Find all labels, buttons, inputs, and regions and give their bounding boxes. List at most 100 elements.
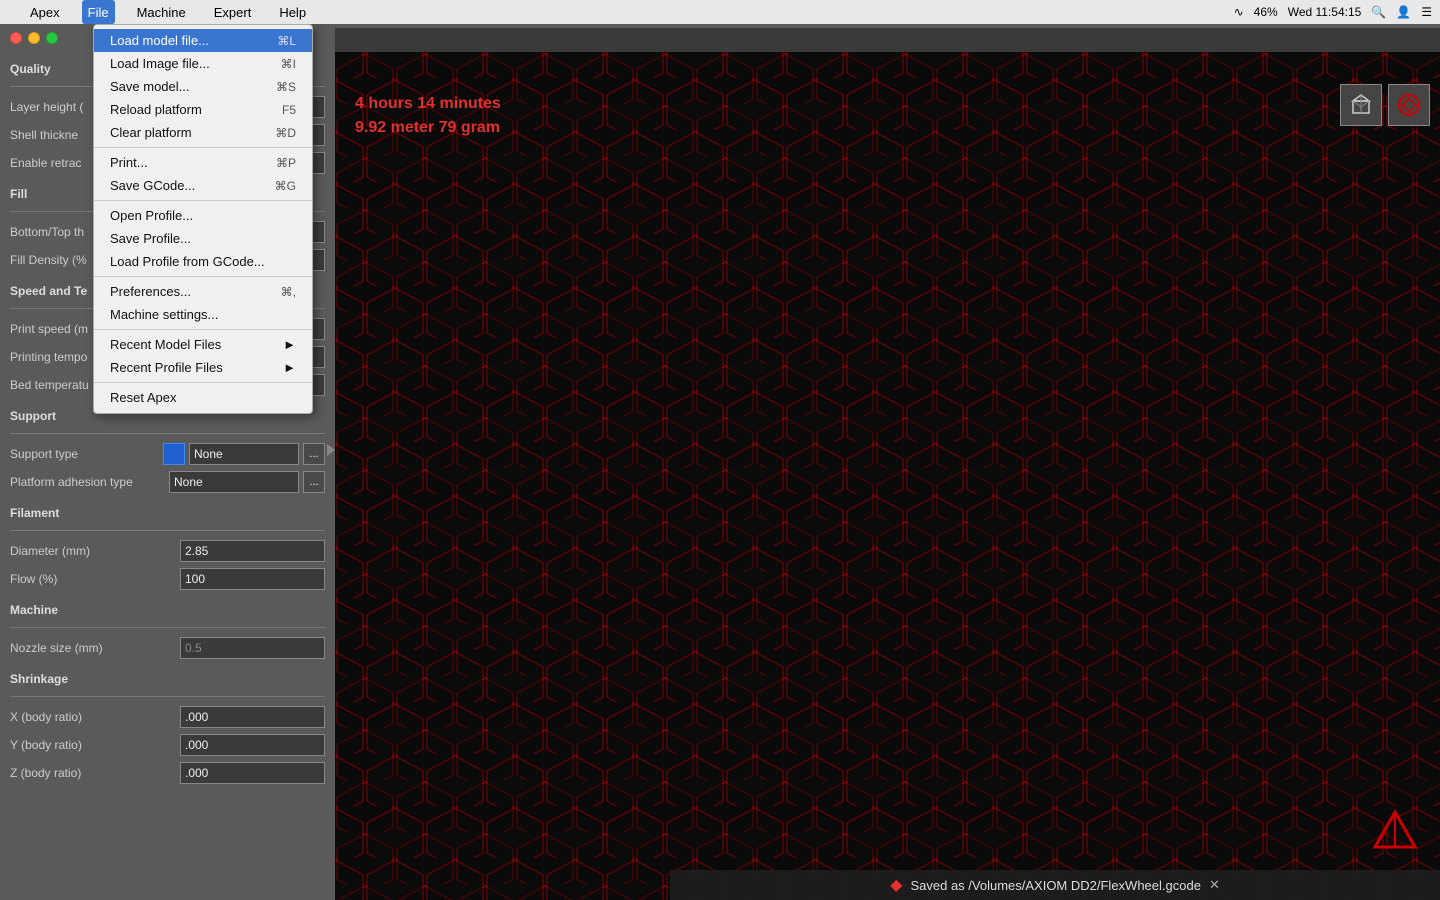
menu-preferences[interactable]: Preferences... ⌘, [94,280,312,303]
platform-adhesion-row: Platform adhesion type None Brim Raft ..… [0,468,335,496]
hex-grid-canvas [335,52,1440,900]
menu-machine-settings-label: Machine settings... [110,307,218,322]
target-icon [1395,91,1423,119]
y-ratio-label: Y (body ratio) [10,738,176,752]
menu-load-image[interactable]: Load Image file... ⌘I [94,52,312,75]
menu-sep-4 [94,329,312,330]
menu-load-model-shortcut: ⌘L [277,34,296,48]
menu-save-profile[interactable]: Save Profile... [94,227,312,250]
menu-clear-platform[interactable]: Clear platform ⌘D [94,121,312,144]
filament-divider [10,530,325,531]
menu-load-profile-gcode[interactable]: Load Profile from GCode... [94,250,312,273]
status-icon-2[interactable]: ✕ [1209,877,1220,893]
filament-header: Filament [0,500,335,524]
menu-save-gcode-label: Save GCode... [110,178,195,193]
y-ratio-row: Y (body ratio) [0,731,335,759]
platform-adhesion-button[interactable]: ... [303,471,325,493]
flow-input[interactable] [180,568,325,590]
support-type-label: Support type [10,447,159,461]
view-icon-2[interactable] [1388,84,1430,126]
flow-row: Flow (%) [0,565,335,593]
minimize-button[interactable] [28,32,40,44]
search-icon[interactable]: 🔍 [1371,5,1386,19]
nozzle-size-row: Nozzle size (mm) [0,634,335,662]
main-3d-view[interactable]: 4 hours 14 minutes 9.92 meter 79 gram [335,52,1440,900]
menu-preferences-label: Preferences... [110,284,191,299]
menubar-file[interactable]: File [82,0,115,24]
view-icon-1[interactable] [1340,84,1382,126]
menu-save-model[interactable]: Save model... ⌘S [94,75,312,98]
menubar-expert[interactable]: Expert [208,0,258,24]
machine-header: Machine [0,597,335,621]
status-text: Saved as /Volumes/AXIOM DD2/FlexWheel.gc… [910,878,1200,893]
x-ratio-label: X (body ratio) [10,710,176,724]
x-ratio-row: X (body ratio) [0,703,335,731]
support-type-row: Support type ... [0,440,335,468]
menubar-apex[interactable]: Apex [24,0,66,24]
menu-save-gcode[interactable]: Save GCode... ⌘G [94,174,312,197]
diameter-input[interactable] [180,540,325,562]
menu-reload-shortcut: F5 [282,103,296,117]
x-ratio-input[interactable] [180,706,325,728]
menu-clear-label: Clear platform [110,125,192,140]
menu-reset-apex[interactable]: Reset Apex [94,386,312,409]
menu-print-shortcut: ⌘P [276,156,296,170]
menu-save-gcode-shortcut: ⌘G [275,179,296,193]
status-icon-1: ◆ [890,875,902,895]
print-time: 4 hours 14 minutes [355,92,501,116]
menubar-machine[interactable]: Machine [131,0,192,24]
z-ratio-row: Z (body ratio) [0,759,335,787]
menu-sep-5 [94,382,312,383]
menu-machine-settings[interactable]: Machine settings... [94,303,312,326]
menu-open-profile-label: Open Profile... [110,208,193,223]
diameter-label: Diameter (mm) [10,544,176,558]
menu-preferences-shortcut: ⌘, [281,285,296,299]
menu-clear-shortcut: ⌘D [275,126,296,140]
menu-load-profile-gcode-label: Load Profile from GCode... [110,254,265,269]
resize-triangle-icon[interactable] [327,444,335,456]
menu-open-profile[interactable]: Open Profile... [94,204,312,227]
platform-adhesion-select[interactable]: None Brim Raft [169,471,299,493]
apex-logo [1370,807,1420,860]
menu-print[interactable]: Print... ⌘P [94,151,312,174]
close-button[interactable] [10,32,22,44]
menu-load-image-shortcut: ⌘I [281,57,296,71]
print-material: 9.92 meter 79 gram [355,116,501,140]
menu-recent-profiles[interactable]: Recent Profile Files ► [94,356,312,379]
clock: Wed 11:54:15 [1288,5,1362,19]
y-ratio-input[interactable] [180,734,325,756]
menu-icon: ☰ [1421,5,1432,19]
file-dropdown-menu: Load model file... ⌘L Load Image file...… [93,24,313,414]
menu-save-model-shortcut: ⌘S [276,80,296,94]
menu-reload-label: Reload platform [110,102,202,117]
nozzle-size-input [180,637,325,659]
resize-handle[interactable] [335,0,340,900]
recent-models-arrow-icon: ► [283,337,296,352]
print-info: 4 hours 14 minutes 9.92 meter 79 gram [355,92,501,140]
apex-logo-svg [1370,807,1420,857]
menu-sep-2 [94,200,312,201]
menu-reload-platform[interactable]: Reload platform F5 [94,98,312,121]
platform-adhesion-label: Platform adhesion type [10,475,165,489]
menu-save-profile-label: Save Profile... [110,231,191,246]
battery-status: 46% [1254,5,1278,19]
user-icon: 👤 [1396,5,1411,19]
menu-load-image-label: Load Image file... [110,56,210,71]
menu-recent-profiles-label: Recent Profile Files [110,360,223,375]
maximize-button[interactable] [46,32,58,44]
menu-load-model-label: Load model file... [110,33,209,48]
z-ratio-label: Z (body ratio) [10,766,176,780]
menu-reset-apex-label: Reset Apex [110,390,177,405]
shrinkage-header: Shrinkage [0,666,335,690]
flow-label: Flow (%) [10,572,176,586]
support-type-input[interactable] [189,443,299,465]
menubar-right: ∿ 46% Wed 11:54:15 🔍 👤 ☰ [1234,5,1432,19]
menubar-help[interactable]: Help [273,0,312,24]
menu-load-model[interactable]: Load model file... ⌘L [94,29,312,52]
menu-recent-models[interactable]: Recent Model Files ► [94,333,312,356]
cube-icon [1347,91,1375,119]
support-type-button[interactable]: ... [303,443,325,465]
z-ratio-input[interactable] [180,762,325,784]
recent-profiles-arrow-icon: ► [283,360,296,375]
support-type-indicator[interactable] [163,443,185,465]
